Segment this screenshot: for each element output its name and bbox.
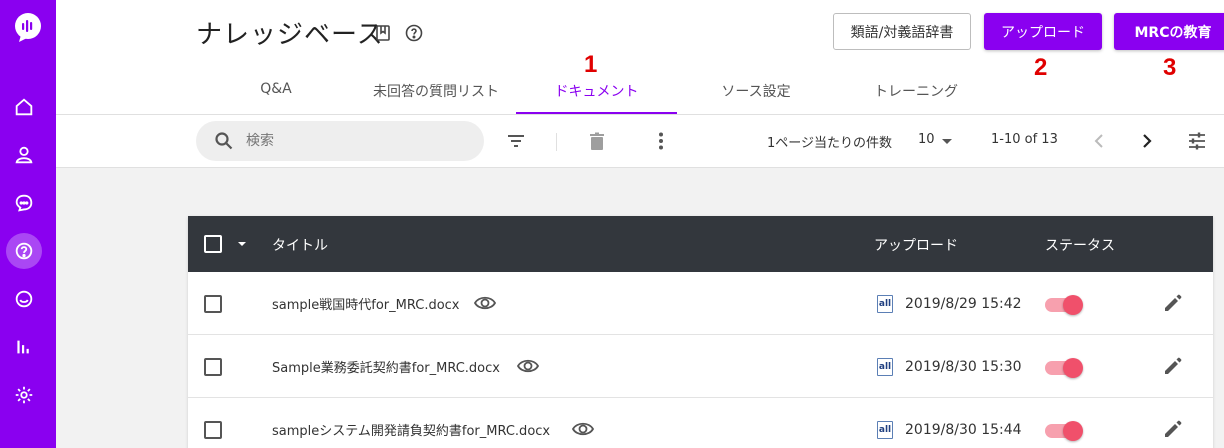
eye-icon[interactable] <box>473 292 497 314</box>
book-icon[interactable] <box>374 24 392 42</box>
document-name: sampleシステム開発請負契約書for_MRC.docx <box>272 424 551 439</box>
sidebar-item-analytics[interactable] <box>6 329 42 365</box>
chevron-left-icon[interactable] <box>1088 130 1110 152</box>
status-toggle[interactable] <box>1045 295 1083 315</box>
eye-icon[interactable] <box>571 418 595 440</box>
page-title: ナレッジベース <box>196 20 384 50</box>
word-file-icon: all <box>877 358 893 376</box>
edit-icon[interactable] <box>1162 355 1184 377</box>
chat-bubbles-icon <box>15 194 33 212</box>
tab-qa[interactable]: Q&A <box>216 76 336 114</box>
per-page-label: 1ページ当たりの件数 <box>767 136 893 151</box>
annotation-marker-3: 3 <box>1163 54 1177 81</box>
chat-icon <box>15 290 33 308</box>
column-status[interactable]: ステータス <box>1045 235 1115 255</box>
toolbar-divider <box>556 133 557 151</box>
document-name: Sample業務委託契約書for_MRC.docx <box>272 361 500 376</box>
search-input[interactable] <box>246 131 466 151</box>
more-vert-icon[interactable] <box>650 130 672 152</box>
table-header: タイトル アップロード ステータス <box>188 216 1213 272</box>
annotation-marker-1: 1 <box>584 51 598 78</box>
word-file-icon: all <box>877 295 893 313</box>
pagination-range: 1-10 of 13 <box>991 132 1058 147</box>
help-circle-icon[interactable] <box>405 24 423 42</box>
chevron-right-icon[interactable] <box>1136 130 1158 152</box>
sidebar-item-conversations[interactable] <box>6 185 42 221</box>
delete-icon[interactable] <box>586 130 608 152</box>
document-name: sample戦国時代for_MRC.docx <box>272 298 460 313</box>
edit-icon[interactable] <box>1162 418 1184 440</box>
upload-date: 2019/8/29 15:42 <box>905 296 1022 312</box>
user-icon <box>15 146 33 164</box>
tab-unanswered[interactable]: 未回答の質問リスト <box>356 76 516 114</box>
dictionary-button[interactable]: 類語/対義語辞書 <box>833 13 971 50</box>
bar-chart-icon <box>17 340 29 354</box>
sidebar-item-knowledge[interactable] <box>6 233 42 269</box>
tab-training[interactable]: トレーニング <box>856 76 976 114</box>
row-checkbox[interactable] <box>204 421 222 439</box>
mrc-education-button[interactable]: MRCの教育 <box>1114 13 1224 50</box>
row-checkbox[interactable] <box>204 295 222 313</box>
upload-button[interactable]: アップロード <box>984 13 1102 50</box>
settings-icon <box>15 386 33 404</box>
annotation-marker-2: 2 <box>1034 54 1048 81</box>
status-toggle[interactable] <box>1045 358 1083 378</box>
documents-table: タイトル アップロード ステータス sample戦国時代for_MRC.docx… <box>188 216 1213 448</box>
tab-source-settings[interactable]: ソース設定 <box>696 76 816 114</box>
dropdown-arrow-icon[interactable] <box>936 130 958 152</box>
row-checkbox[interactable] <box>204 358 222 376</box>
sidebar-item-users[interactable] <box>6 137 42 173</box>
home-icon <box>15 98 33 116</box>
filter-icon[interactable] <box>505 130 527 152</box>
eye-icon[interactable] <box>516 355 540 377</box>
sidebar <box>0 0 56 448</box>
help-icon <box>15 242 33 260</box>
search-box <box>196 121 484 161</box>
header: ナレッジベース 類語/対義語辞書 アップロード MRCの教育 1 2 3 Q&A… <box>56 0 1224 115</box>
sidebar-item-home[interactable] <box>6 89 42 125</box>
tune-icon[interactable] <box>1186 130 1208 152</box>
word-file-icon: all <box>877 421 893 439</box>
select-dropdown-icon[interactable] <box>236 238 248 250</box>
tab-documents[interactable]: ドキュメント <box>516 76 677 114</box>
sidebar-item-chat[interactable] <box>6 281 42 317</box>
table-row[interactable]: Sample業務委託契約書for_MRC.docx all 2019/8/30 … <box>188 335 1213 398</box>
select-all-checkbox[interactable] <box>204 235 222 253</box>
search-icon <box>215 132 233 150</box>
edit-icon[interactable] <box>1162 292 1184 314</box>
upload-date: 2019/8/30 15:30 <box>905 359 1022 375</box>
per-page-select[interactable]: 10 <box>918 132 935 147</box>
logo-chat-icon[interactable] <box>11 11 45 45</box>
upload-date: 2019/8/30 15:44 <box>905 422 1022 438</box>
status-toggle[interactable] <box>1045 421 1083 441</box>
toolbar: 1ページ当たりの件数 10 1-10 of 13 <box>56 115 1224 168</box>
column-upload[interactable]: アップロード <box>874 235 958 255</box>
table-row[interactable]: sample戦国時代for_MRC.docx all 2019/8/29 15:… <box>188 272 1213 335</box>
sidebar-item-settings[interactable] <box>6 377 42 413</box>
column-title[interactable]: タイトル <box>272 235 328 255</box>
table-row[interactable]: sampleシステム開発請負契約書for_MRC.docx all 2019/8… <box>188 398 1213 448</box>
